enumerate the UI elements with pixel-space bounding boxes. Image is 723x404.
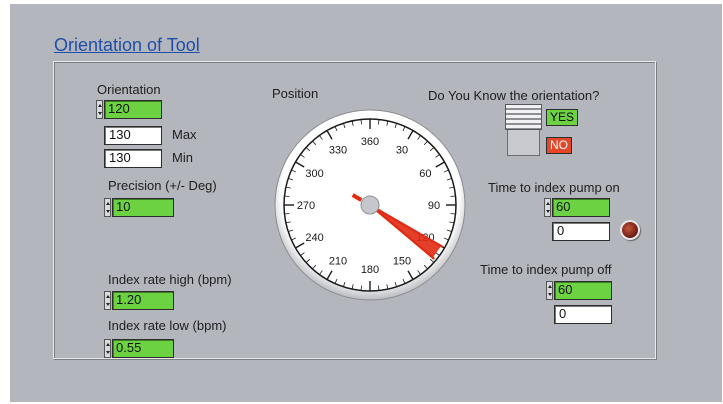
dial-label: 270: [297, 200, 315, 212]
orientation-label: Orientation: [97, 82, 161, 97]
dial-label: 210: [329, 255, 347, 267]
index-rate-low-label: Index rate low (bpm): [108, 318, 227, 333]
index-rate-high-value[interactable]: 1.20: [112, 291, 174, 310]
dial-minor-tick: [284, 195, 290, 197]
dial-minor-tick: [378, 285, 380, 291]
pump-on-spinner[interactable]: [544, 198, 551, 217]
index-rate-low-value[interactable]: 0.55: [112, 339, 174, 358]
max-input[interactable]: 130: [104, 126, 162, 145]
orientation-spinner[interactable]: [96, 100, 103, 119]
dial-minor-tick: [378, 119, 380, 125]
dial-label: 330: [329, 145, 347, 157]
pump-off-spinner[interactable]: [546, 281, 553, 300]
pump-off-value[interactable]: 60: [554, 281, 612, 300]
pump-led-indicator: [620, 220, 640, 240]
dial-minor-tick: [360, 119, 362, 125]
dial-minor-tick: [360, 285, 362, 291]
pump-on-value[interactable]: 60: [552, 198, 610, 217]
know-orientation-label: Do You Know the orientation?: [428, 88, 600, 103]
orientation-toggle-lever[interactable]: [505, 104, 542, 130]
dial-label: 60: [419, 168, 431, 180]
max-label: Max: [172, 127, 197, 142]
dial-label: 150: [393, 255, 411, 267]
dial-minor-tick: [450, 195, 456, 197]
dial-minor-tick: [450, 213, 456, 215]
pump-on-readout: 0: [552, 222, 610, 241]
min-label: Min: [172, 150, 193, 165]
dial-label: 90: [428, 200, 440, 212]
precision-value[interactable]: 10: [112, 198, 174, 217]
index-rate-low-spinner[interactable]: [104, 339, 111, 358]
dial-label: 240: [305, 232, 323, 244]
no-indicator: NO: [546, 137, 572, 154]
orientation-value[interactable]: 120: [104, 100, 162, 119]
pump-off-label: Time to index pump off: [480, 262, 612, 277]
precision-spinner[interactable]: [104, 198, 111, 217]
dial-label: 180: [361, 264, 379, 276]
position-label: Position: [272, 86, 319, 101]
dial-hub: [360, 195, 380, 215]
index-rate-high-spinner[interactable]: [104, 291, 111, 310]
pump-off-readout: 0: [554, 305, 612, 324]
min-input[interactable]: 130: [104, 149, 162, 168]
pump-on-label: Time to index pump on: [488, 180, 620, 195]
index-rate-high-label: Index rate high (bpm): [108, 272, 232, 287]
dial-minor-tick: [284, 213, 290, 215]
dial-label: 30: [396, 145, 408, 157]
position-dial: 360306090120150180210240270300330: [274, 109, 466, 301]
panel-title: Orientation of Tool: [54, 35, 200, 55]
precision-label: Precision (+/- Deg): [108, 178, 217, 193]
dial-label: 360: [361, 136, 379, 148]
yes-indicator: YES: [546, 109, 579, 126]
dial-label: 300: [305, 168, 323, 180]
